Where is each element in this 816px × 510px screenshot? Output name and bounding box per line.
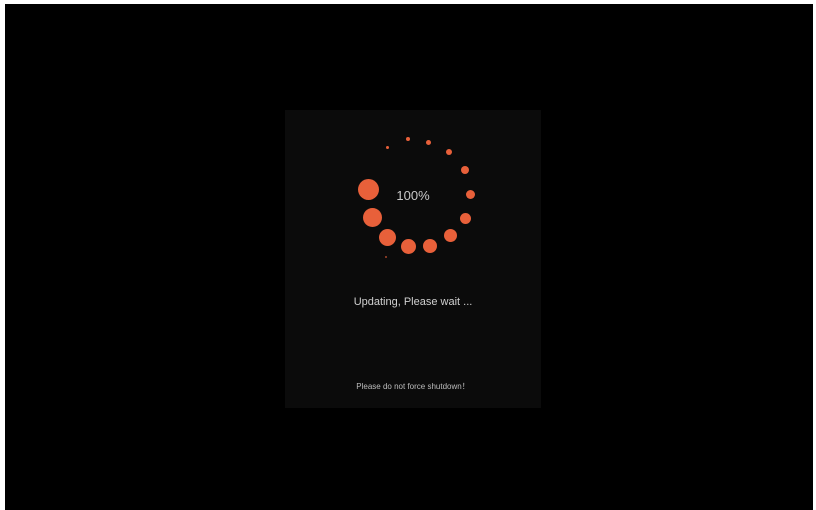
- spinner-dot: [379, 229, 396, 246]
- spinner-dot: [461, 166, 469, 174]
- spinner-dot: [426, 140, 431, 145]
- spinner-dot: [423, 239, 437, 253]
- update-dialog: 100% Updating, Please wait ... Please do…: [285, 110, 541, 408]
- warning-message: Please do not force shutdown！: [356, 382, 470, 391]
- spinner-dot: [401, 239, 416, 254]
- loading-spinner-icon: 100%: [285, 110, 541, 270]
- spinner-dot: [444, 229, 457, 242]
- spinner-dot: [385, 256, 387, 258]
- spinner-dot: [406, 137, 410, 141]
- progress-percent: 100%: [396, 188, 430, 203]
- spinner-dot: [446, 149, 452, 155]
- status-message: Updating, Please wait ...: [353, 296, 473, 308]
- spinner-dot: [466, 190, 475, 199]
- spinner-dot: [363, 208, 382, 227]
- spinner-dot: [386, 146, 389, 149]
- screen: 100% Updating, Please wait ... Please do…: [5, 4, 813, 510]
- spinner-dot: [460, 213, 471, 224]
